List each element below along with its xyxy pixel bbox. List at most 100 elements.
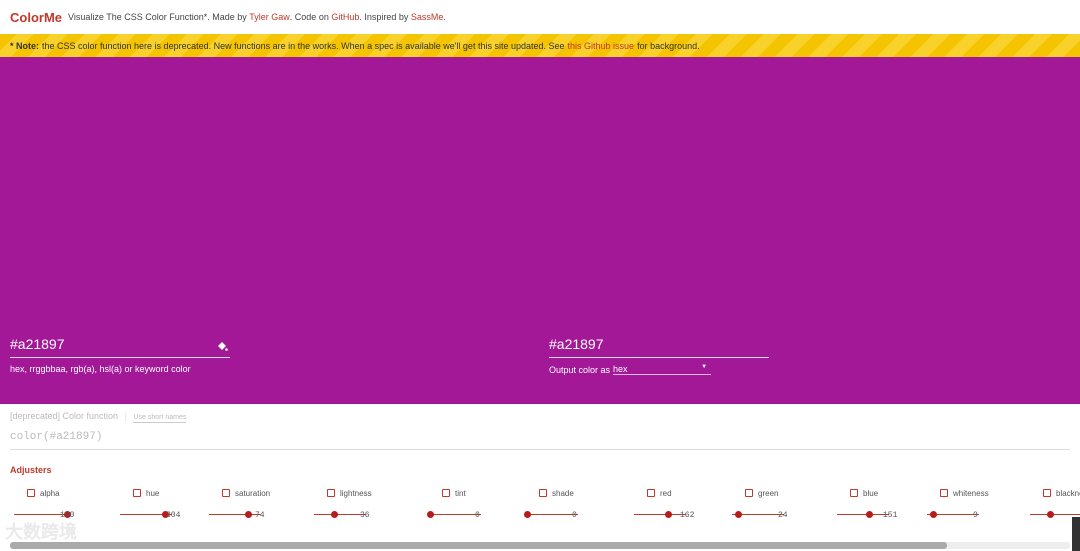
adjuster-value: 36	[360, 511, 370, 520]
adjuster-checkbox[interactable]	[133, 489, 141, 497]
adjusters-title: Adjusters	[10, 465, 52, 475]
adjuster-slider[interactable]: 0	[524, 509, 639, 521]
output-group: Output color as hex ▼	[549, 330, 769, 375]
adjuster-value: 0	[572, 511, 577, 520]
header-tagline: Visualize The CSS Color Function*. Made …	[68, 12, 247, 22]
adjuster-name: shade	[552, 488, 574, 498]
adjuster-name: alpha	[40, 488, 60, 498]
github-issue-link[interactable]: this Github issue	[568, 41, 635, 51]
slider-thumb[interactable]	[1046, 511, 1054, 518]
adjuster-name: saturation	[235, 488, 271, 498]
adjuster-slider[interactable]: 9	[925, 509, 1040, 521]
adjuster-label-row: blue	[850, 488, 950, 498]
slider-thumb[interactable]	[427, 511, 434, 518]
github-link[interactable]: GitHub	[331, 12, 359, 22]
adjuster-value: 74	[255, 511, 265, 520]
output-color-field[interactable]	[549, 330, 769, 358]
adjuster-label-row: tint	[442, 488, 542, 498]
adjuster-shade: shade 0	[524, 488, 639, 521]
adjuster-checkbox[interactable]	[539, 489, 547, 497]
slider-thumb[interactable]	[330, 511, 338, 518]
adjuster-lightness: lightness 36	[314, 488, 427, 521]
adjuster-name: green	[758, 488, 779, 498]
adjuster-value: 9	[973, 511, 978, 520]
adjuster-name: lightness	[340, 488, 372, 498]
app-logo[interactable]: ColorMe	[10, 10, 62, 25]
slider-thumb[interactable]	[929, 511, 937, 518]
watermark-logo: 大数跨境	[5, 518, 77, 544]
output-format-row: Output color as hex ▼	[549, 364, 769, 375]
output-format-value: hex	[613, 364, 628, 374]
header-code-on: . Code on	[289, 12, 329, 22]
header-end: .	[443, 12, 446, 22]
slider-track	[526, 514, 578, 515]
adjuster-name: red	[660, 488, 672, 498]
adjuster-value: 162	[680, 511, 695, 520]
adjuster-slider[interactable]: 36	[312, 509, 427, 521]
adjuster-name: tint	[455, 488, 466, 498]
color-input[interactable]	[10, 330, 230, 358]
horizontal-scrollbar[interactable]	[10, 542, 1070, 549]
slider-thumb[interactable]	[245, 511, 253, 518]
adjuster-checkbox[interactable]	[27, 489, 35, 497]
adjuster-checkbox[interactable]	[222, 489, 230, 497]
adjuster-slider[interactable]: 24	[730, 509, 845, 521]
slider-track	[14, 514, 66, 515]
notice-tail: for background.	[637, 40, 700, 51]
adjuster-value: 24	[778, 511, 788, 520]
adjuster-alpha: alpha 100	[14, 488, 127, 521]
adjuster-checkbox[interactable]	[442, 489, 450, 497]
slider-thumb[interactable]	[665, 511, 673, 518]
adjuster-checkbox[interactable]	[327, 489, 335, 497]
paint-bucket-icon[interactable]	[216, 339, 228, 351]
adjuster-checkbox[interactable]	[1043, 489, 1051, 497]
slider-thumb[interactable]	[865, 511, 873, 518]
adjuster-label-row: lightness	[327, 488, 427, 498]
adjuster-label-row: blackne	[1043, 488, 1080, 498]
func-code: color(#a21897)	[10, 431, 1070, 450]
adjuster-saturation: saturation 74	[209, 488, 322, 521]
chevron-down-icon: ▼	[701, 364, 708, 370]
adjuster-name: hue	[146, 488, 160, 498]
header-inspired: . Inspired by	[359, 12, 409, 22]
color-function-section: [deprecated] Color function | Use short …	[10, 411, 1070, 450]
slider-track	[837, 514, 889, 515]
slider-thumb[interactable]	[734, 511, 742, 518]
slider-track	[1030, 514, 1080, 515]
adjuster-name: blue	[863, 488, 879, 498]
adjuster-name: blackne	[1056, 488, 1080, 498]
adjuster-slider[interactable]: 74	[207, 509, 322, 521]
adjuster-label-row: shade	[539, 488, 639, 498]
short-names-toggle[interactable]: Use short names	[133, 414, 187, 423]
slider-track	[429, 514, 481, 515]
output-format-label: Output color as	[549, 364, 611, 375]
adjuster-checkbox[interactable]	[647, 489, 655, 497]
adjuster-checkbox[interactable]	[940, 489, 948, 497]
deprecation-notice: * Note: the CSS color function here is d…	[0, 34, 1080, 57]
adjuster-label-row: red	[647, 488, 747, 498]
adjuster-checkbox[interactable]	[850, 489, 858, 497]
func-title-row: [deprecated] Color function | Use short …	[10, 411, 1070, 423]
adjuster-value: 304	[166, 511, 181, 520]
adjuster-label-row: whiteness	[940, 488, 1040, 498]
adjuster-value: 0	[475, 511, 480, 520]
adjuster-name: whiteness	[953, 488, 989, 498]
adjuster-whiteness: whiteness 9	[927, 488, 1040, 521]
header-bar: ColorMe Visualize The CSS Color Function…	[0, 0, 1080, 34]
sassme-link[interactable]: SassMe	[411, 12, 444, 22]
watermark-text: 大数跨境	[5, 522, 77, 542]
author-link[interactable]: Tyler Gaw	[249, 12, 290, 22]
adjuster-value: 151	[883, 511, 898, 520]
func-divider: |	[124, 411, 127, 421]
adjuster-label-row: green	[745, 488, 845, 498]
adjuster-checkbox[interactable]	[745, 489, 753, 497]
color-input-group: hex, rrggbbaa, rgb(a), hsl(a) or keyword…	[10, 330, 230, 374]
output-format-select[interactable]: hex ▼	[613, 364, 712, 375]
notice-label: * Note:	[10, 40, 39, 51]
func-title: [deprecated] Color function	[10, 411, 119, 421]
slider-track	[634, 514, 686, 515]
side-indicator	[1072, 517, 1080, 551]
slider-thumb[interactable]	[524, 511, 531, 518]
adjuster-label-row: alpha	[27, 488, 127, 498]
scrollbar-thumb[interactable]	[10, 542, 947, 549]
